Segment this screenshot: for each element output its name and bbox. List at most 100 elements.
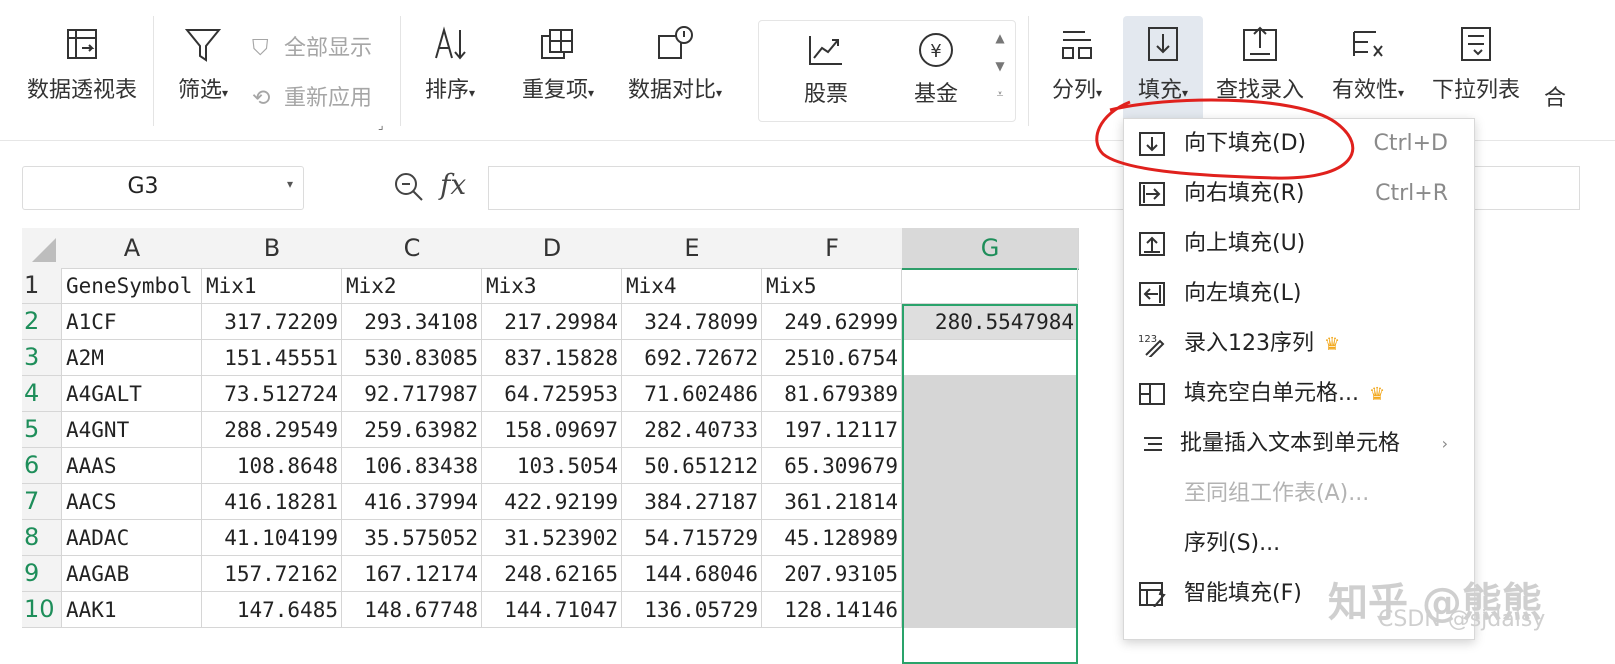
row-header[interactable]: 5 <box>22 412 62 448</box>
dialog-launcher-icon[interactable]: ⌟ <box>378 118 384 132</box>
zoom-lookup-icon[interactable] <box>392 170 426 208</box>
data-cell[interactable] <box>902 556 1078 592</box>
data-cell[interactable]: A1CF <box>62 304 202 340</box>
dropdown-list-button[interactable]: 下拉列表 <box>1420 22 1532 104</box>
data-cell[interactable]: 259.63982 <box>342 412 482 448</box>
column-header-g[interactable]: G <box>902 228 1079 270</box>
row-header[interactable]: 6 <box>22 448 62 484</box>
name-box[interactable]: G3 ▾ <box>22 166 304 210</box>
data-cell[interactable]: 361.21814 <box>762 484 902 520</box>
data-cell[interactable]: 106.83438 <box>342 448 482 484</box>
data-cell[interactable]: 422.92199 <box>482 484 622 520</box>
row-header[interactable]: 1 <box>22 268 62 304</box>
data-cell[interactable]: 248.62165 <box>482 556 622 592</box>
row-header[interactable]: 7 <box>22 484 62 520</box>
row-header[interactable]: 2 <box>22 304 62 340</box>
data-cell[interactable]: 167.12174 <box>342 556 482 592</box>
gallery-more-icon[interactable]: ⩡ <box>990 80 1010 108</box>
data-cell[interactable]: 151.45551 <box>202 340 342 376</box>
data-cell[interactable]: 207.93105 <box>762 556 902 592</box>
header-cell[interactable] <box>902 268 1078 304</box>
data-cell[interactable]: 288.29549 <box>202 412 342 448</box>
menu-item-fill-up[interactable]: 向上填充(U) <box>1124 219 1474 269</box>
header-cell[interactable]: GeneSymbol <box>62 268 202 304</box>
row-header[interactable]: 10 <box>22 592 62 628</box>
data-cell[interactable]: 54.715729 <box>622 520 762 556</box>
data-cell[interactable] <box>902 412 1078 448</box>
data-cell[interactable] <box>902 448 1078 484</box>
data-cell[interactable]: 136.05729 <box>622 592 762 628</box>
data-cell[interactable] <box>902 520 1078 556</box>
show-all-button[interactable]: ⛉ 全部显示 <box>252 30 372 62</box>
column-header-c[interactable]: C <box>342 228 483 269</box>
row-header[interactable]: 3 <box>22 340 62 376</box>
data-cell[interactable]: AADAC <box>62 520 202 556</box>
data-cell[interactable]: 157.72162 <box>202 556 342 592</box>
data-cell[interactable] <box>902 376 1078 412</box>
data-cell[interactable]: 108.8648 <box>202 448 342 484</box>
fund-button[interactable]: ¥ 基金 <box>896 30 976 108</box>
column-header-f[interactable]: F <box>762 228 903 269</box>
data-cell[interactable]: 2510.6754 <box>762 340 902 376</box>
data-cell[interactable]: 45.128989 <box>762 520 902 556</box>
data-cell[interactable]: 128.14146 <box>762 592 902 628</box>
data-cell[interactable]: 416.18281 <box>202 484 342 520</box>
lookup-entry-button[interactable]: 查找录入 <box>1208 22 1312 104</box>
insert-function-icon[interactable]: fx <box>440 168 466 201</box>
data-cell[interactable]: 282.40733 <box>622 412 762 448</box>
column-header-b[interactable]: B <box>202 228 343 269</box>
header-cell[interactable]: Mix3 <box>482 268 622 304</box>
data-cell[interactable]: 31.523902 <box>482 520 622 556</box>
data-cell[interactable]: 144.71047 <box>482 592 622 628</box>
menu-item-fill-down[interactable]: 向下填充(D) Ctrl+D <box>1124 119 1474 169</box>
data-cell[interactable]: AAGAB <box>62 556 202 592</box>
data-cell[interactable]: 81.679389 <box>762 376 902 412</box>
row-header[interactable]: 9 <box>22 556 62 592</box>
data-cell[interactable]: 317.72209 <box>202 304 342 340</box>
stock-button[interactable]: 股票 <box>786 30 866 108</box>
data-cell[interactable]: AACS <box>62 484 202 520</box>
data-cell[interactable]: AAAS <box>62 448 202 484</box>
data-cell[interactable]: 530.83085 <box>342 340 482 376</box>
data-cell[interactable]: 103.5054 <box>482 448 622 484</box>
data-cell[interactable]: A2M <box>62 340 202 376</box>
data-cell[interactable]: 293.34108 <box>342 304 482 340</box>
data-cell[interactable]: 692.72672 <box>622 340 762 376</box>
data-cell[interactable]: 147.6485 <box>202 592 342 628</box>
duplicates-button[interactable]: 重复项▾ <box>508 22 608 104</box>
data-cell[interactable]: 73.512724 <box>202 376 342 412</box>
filter-button[interactable]: 筛选▾ <box>168 22 238 104</box>
select-all-corner[interactable] <box>22 228 63 269</box>
reapply-button[interactable]: ⟲ 重新应用 <box>252 80 372 112</box>
sort-button[interactable]: 排序▾ <box>410 22 490 104</box>
data-cell[interactable]: 416.37994 <box>342 484 482 520</box>
data-cell[interactable]: 217.29984 <box>482 304 622 340</box>
data-cell[interactable]: 144.68046 <box>622 556 762 592</box>
column-header-d[interactable]: D <box>482 228 623 269</box>
data-cell[interactable]: A4GNT <box>62 412 202 448</box>
pivot-table-button[interactable]: 数据透视表 <box>22 22 142 104</box>
menu-item-fill-blank[interactable]: 填充空白单元格... ♛ <box>1124 369 1474 419</box>
data-cell[interactable]: 158.09697 <box>482 412 622 448</box>
column-header-a[interactable]: A <box>62 228 203 269</box>
data-cell[interactable] <box>902 592 1078 628</box>
header-cell[interactable]: Mix4 <box>622 268 762 304</box>
gallery-up-icon[interactable]: ▲ <box>990 24 1010 52</box>
header-cell[interactable]: Mix2 <box>342 268 482 304</box>
data-cell[interactable]: 71.602486 <box>622 376 762 412</box>
menu-item-sequence-123[interactable]: 123 录入123序列 ♛ <box>1124 319 1474 369</box>
data-cell[interactable]: AAK1 <box>62 592 202 628</box>
gallery-down-icon[interactable]: ▼ <box>990 52 1010 80</box>
row-header[interactable]: 4 <box>22 376 62 412</box>
menu-item-fill-right[interactable]: 向右填充(R) Ctrl+R <box>1124 169 1474 219</box>
data-cell[interactable]: 41.104199 <box>202 520 342 556</box>
data-cell[interactable]: 65.309679 <box>762 448 902 484</box>
data-cell[interactable]: 35.575052 <box>342 520 482 556</box>
gallery-scroll[interactable]: ▲ ▼ ⩡ <box>990 24 1010 108</box>
column-header-e[interactable]: E <box>622 228 763 269</box>
data-cell[interactable]: A4GALT <box>62 376 202 412</box>
header-cell[interactable]: Mix5 <box>762 268 902 304</box>
data-cell[interactable]: 197.12117 <box>762 412 902 448</box>
name-box-dropdown-icon[interactable]: ▾ <box>287 177 293 191</box>
data-cell[interactable]: 280.5547984 <box>902 304 1078 340</box>
